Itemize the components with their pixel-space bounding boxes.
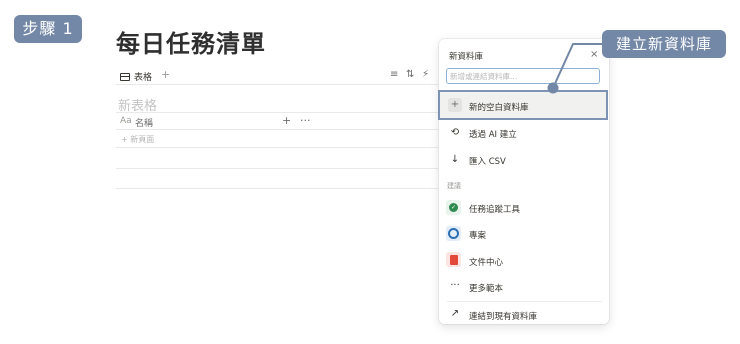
callout-label: 建立新資料庫 (602, 30, 726, 58)
